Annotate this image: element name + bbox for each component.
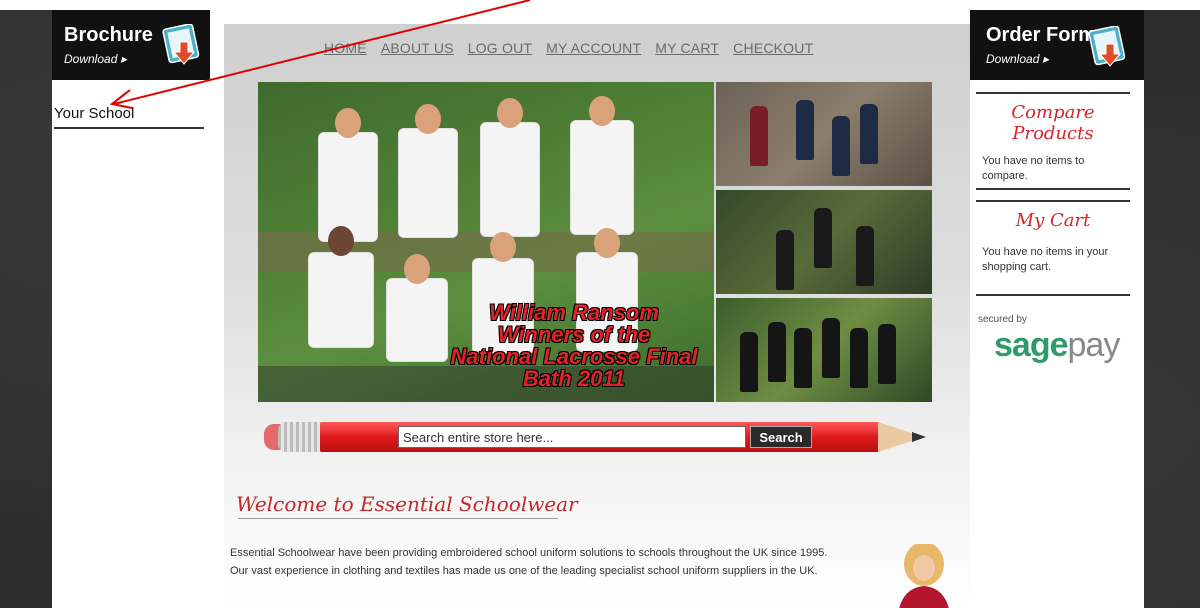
brochure-download-icon bbox=[162, 24, 200, 65]
welcome-divider bbox=[238, 518, 558, 519]
welcome-paragraph: Essential Schoolwear have been providing… bbox=[230, 547, 828, 577]
my-cart-text: You have no items in your shopping cart. bbox=[982, 246, 1109, 273]
left-column: Brochure Download ▸ Your School bbox=[52, 10, 224, 608]
hero-caption-line: National Lacrosse Final bbox=[450, 344, 698, 369]
order-form-download-icon bbox=[1088, 26, 1126, 67]
hero-caption: William Ransom Winners of the National L… bbox=[444, 302, 704, 390]
compare-products-block: Compare Products You have no items to co… bbox=[976, 92, 1130, 190]
brochure-download-banner[interactable]: Brochure Download ▸ bbox=[52, 10, 210, 80]
brochure-title: Brochure bbox=[64, 24, 153, 46]
sagepay-logo-sage: sage bbox=[994, 326, 1068, 364]
pencil-search-bar: Search bbox=[264, 420, 930, 456]
order-form-title: Order Form bbox=[986, 24, 1097, 46]
right-column: Order Form Download ▸ Compare Products Y… bbox=[970, 10, 1144, 608]
your-school-link[interactable]: Your School bbox=[54, 105, 204, 129]
nav-checkout[interactable]: CHECKOUT bbox=[733, 40, 813, 56]
compare-products-heading: Compare Products bbox=[1011, 102, 1095, 144]
welcome-heading: Welcome to Essential Schoolwear bbox=[236, 492, 578, 516]
brochure-download-label: Download ▸ bbox=[64, 52, 127, 66]
student-photo bbox=[899, 544, 949, 608]
thumbnail-students-jumping[interactable] bbox=[716, 190, 932, 294]
hero-caption-line: Bath 2011 bbox=[522, 366, 626, 391]
order-form-download-banner[interactable]: Order Form Download ▸ bbox=[970, 10, 1144, 80]
nav-about-us[interactable]: ABOUT US bbox=[381, 40, 454, 56]
nav-log-out[interactable]: LOG OUT bbox=[468, 40, 532, 56]
my-cart-heading: My Cart bbox=[1015, 210, 1091, 231]
sagepay-logo-pay: pay bbox=[1067, 326, 1121, 364]
sagepay-logo: sagepay bbox=[994, 326, 1121, 365]
search-button[interactable]: Search bbox=[750, 426, 812, 448]
thumbnail-uniform-blazers[interactable] bbox=[716, 82, 932, 186]
nav-home[interactable]: HOME bbox=[324, 40, 367, 56]
nav-my-cart[interactable]: MY CART bbox=[655, 40, 719, 56]
search-input[interactable] bbox=[398, 426, 746, 448]
pencil-ferrule bbox=[278, 422, 322, 452]
nav-my-account[interactable]: MY ACCOUNT bbox=[546, 40, 641, 56]
order-form-download-label: Download ▸ bbox=[986, 52, 1049, 66]
main-content: HOME ABOUT US LOG OUT MY ACCOUNT MY CART… bbox=[224, 24, 970, 608]
hero-caption-line: William Ransom bbox=[489, 300, 659, 325]
page-wrapper: Brochure Download ▸ Your School HOME ABO… bbox=[52, 10, 1144, 608]
hero-caption-line: Winners of the bbox=[497, 322, 651, 347]
top-navigation: HOME ABOUT US LOG OUT MY ACCOUNT MY CART… bbox=[324, 40, 813, 56]
thumbnail-students-group[interactable] bbox=[716, 298, 932, 402]
hero-banner-image[interactable]: William Ransom Winners of the National L… bbox=[258, 82, 714, 402]
pencil-lead bbox=[912, 432, 926, 442]
top-strip bbox=[0, 0, 1200, 10]
compare-products-text: You have no items to compare. bbox=[982, 155, 1085, 182]
my-cart-block: My Cart You have no items in your shoppi… bbox=[976, 200, 1130, 296]
secured-by-label: secured by bbox=[978, 314, 1027, 325]
